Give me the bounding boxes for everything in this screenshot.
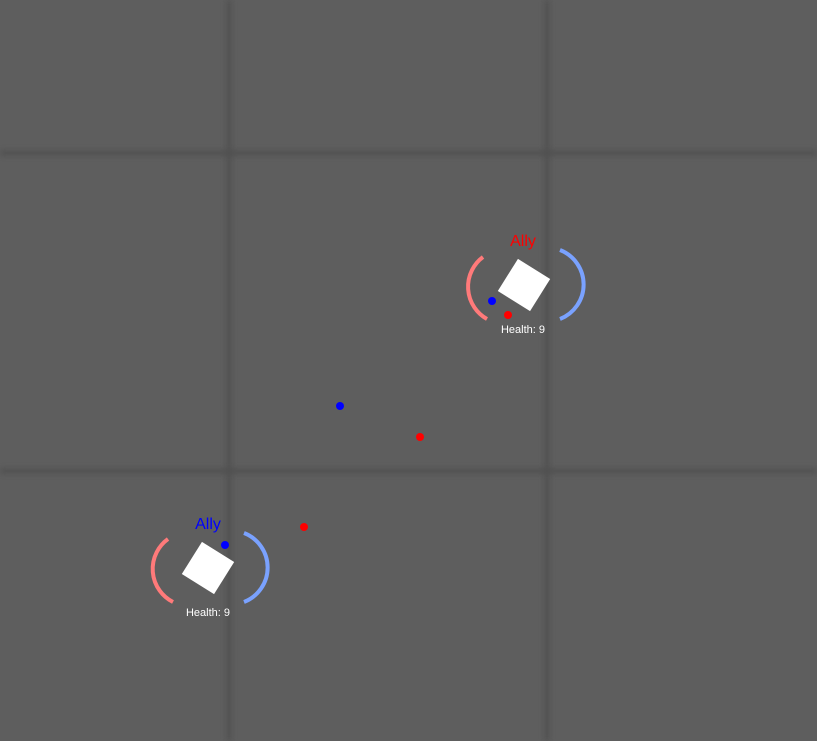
player-name-label: Ally — [510, 233, 536, 250]
projectile-blue — [221, 541, 229, 549]
player-health-label: Health: 9 — [501, 324, 545, 336]
projectile-blue — [488, 297, 496, 305]
player-name-label: Ally — [195, 516, 221, 533]
player-health-label: Health: 9 — [186, 607, 230, 619]
projectile-red — [504, 311, 512, 319]
arena-background — [0, 0, 817, 741]
projectile-red — [300, 523, 308, 531]
projectile-red — [416, 433, 424, 441]
game-canvas[interactable]: Ally Health: 9 Ally Health: 9 — [0, 0, 817, 741]
projectile-blue — [336, 402, 344, 410]
